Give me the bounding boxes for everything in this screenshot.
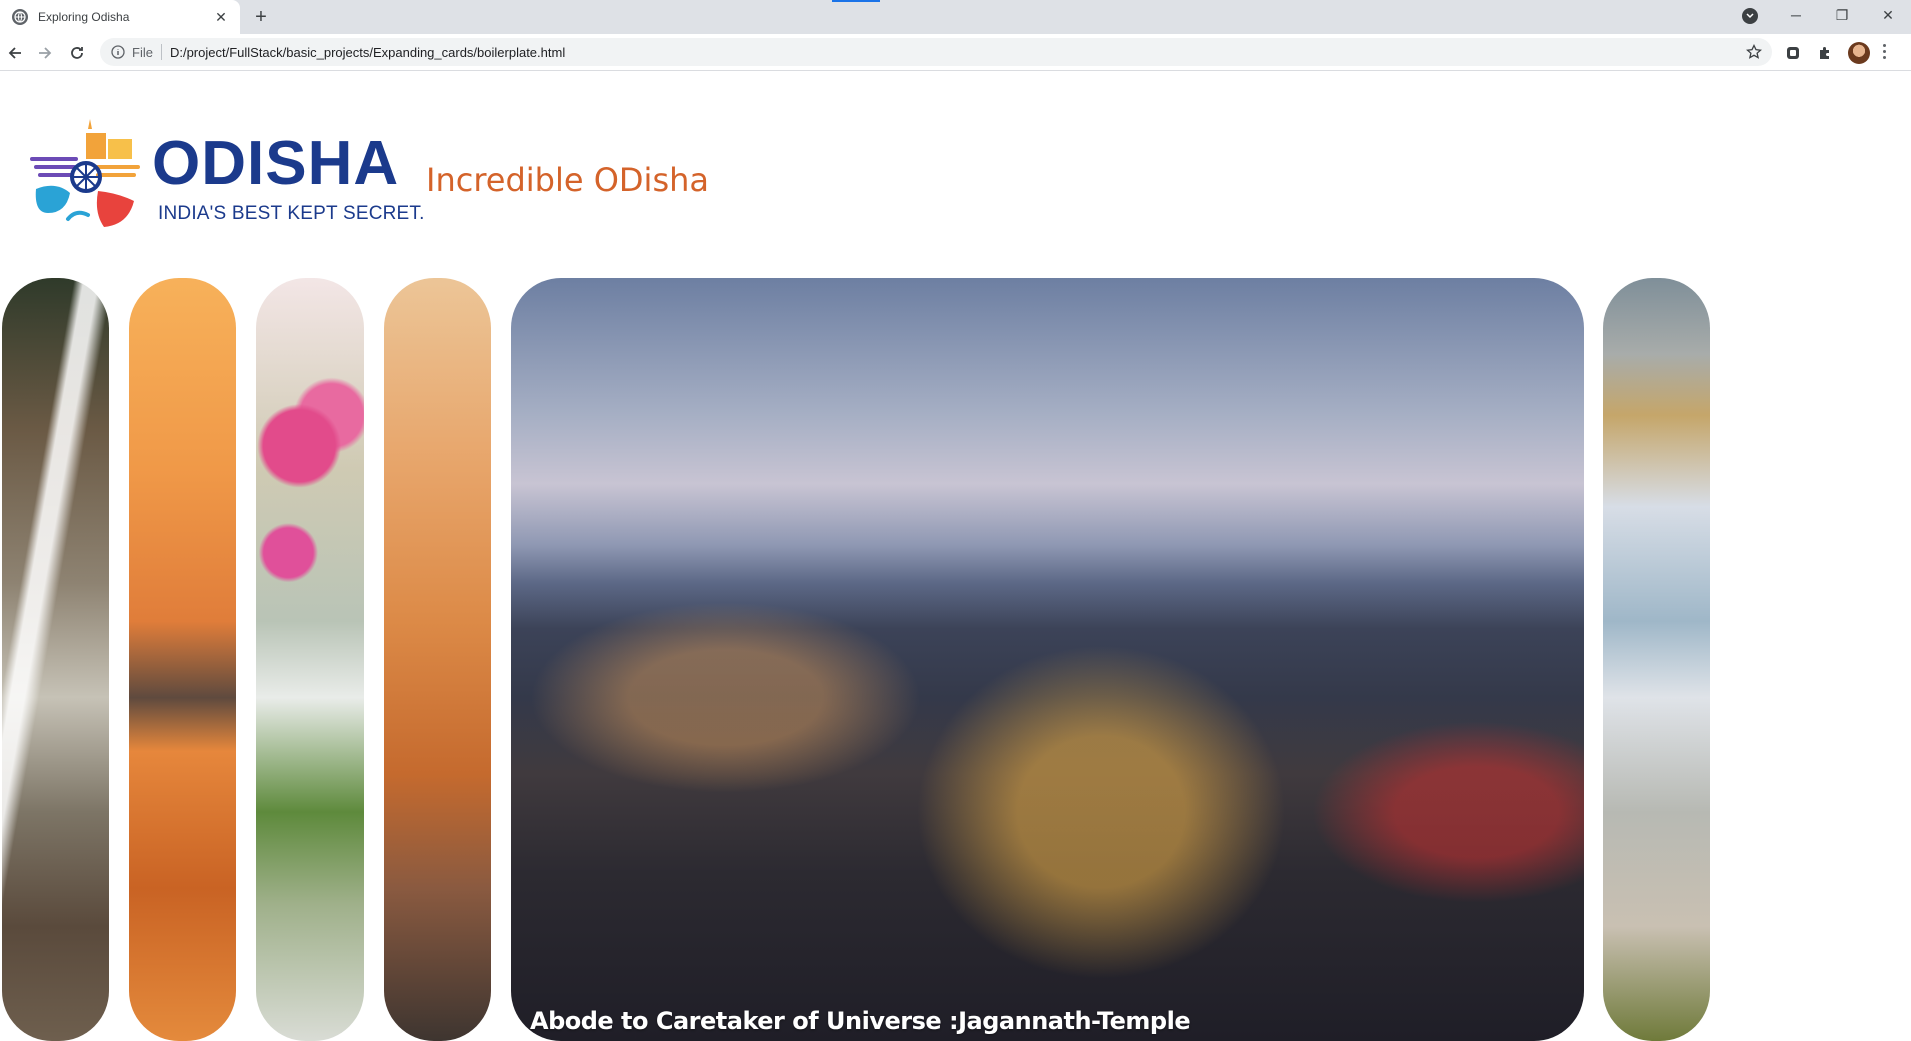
browser-tab[interactable]: Exploring Odisha ✕ — [0, 0, 240, 34]
url-text[interactable]: D:/project/FullStack/basic_projects/Expa… — [170, 45, 565, 60]
tab-search-icon[interactable] — [1742, 8, 1758, 24]
info-icon[interactable] — [110, 44, 126, 60]
panel-jagannath-temple-active[interactable]: Abode to Caretaker of Universe :Jagannat… — [511, 278, 1584, 1041]
browser-toolbar: File D:/project/FullStack/basic_projects… — [0, 34, 1911, 71]
panel-caption: Abode to Caretaker of Universe :Jagannat… — [530, 1007, 1191, 1035]
new-tab-button[interactable]: + — [250, 6, 272, 28]
page-title: Incredible ODisha — [426, 161, 709, 199]
divider — [160, 44, 162, 60]
extension-icon[interactable] — [1784, 44, 1802, 62]
page-content: ODISHA INDIA'S BEST KEPT SECRET. Incredi… — [0, 71, 1911, 1041]
loading-indicator — [832, 0, 880, 2]
browser-tab-strip: Exploring Odisha ✕ + ─ ❐ ✕ — [0, 0, 1911, 34]
restore-icon[interactable]: ❐ — [1819, 0, 1865, 30]
avatar[interactable] — [1848, 42, 1870, 64]
logo-tagline: INDIA'S BEST KEPT SECRET. — [158, 203, 425, 224]
panel-lotus-lake[interactable] — [256, 278, 364, 1041]
back-arrow-icon[interactable] — [4, 42, 26, 64]
puzzle-icon[interactable] — [1816, 44, 1834, 62]
odisha-emblem-icon — [30, 119, 140, 227]
close-window-icon[interactable]: ✕ — [1865, 0, 1911, 30]
globe-icon — [12, 9, 28, 25]
menu-icon[interactable] — [1882, 44, 1888, 62]
scheme-label: File — [132, 44, 153, 60]
reload-icon[interactable] — [66, 42, 88, 64]
star-icon[interactable] — [1745, 43, 1763, 60]
close-icon[interactable]: ✕ — [212, 8, 230, 26]
forward-arrow-icon[interactable] — [34, 42, 56, 64]
minimize-icon[interactable]: ─ — [1773, 0, 1819, 30]
panel-beach[interactable] — [384, 278, 491, 1041]
odisha-logo: ODISHA INDIA'S BEST KEPT SECRET. — [28, 119, 424, 237]
panel-waterfall[interactable] — [2, 278, 109, 1041]
logo-wordmark: ODISHA — [152, 129, 400, 198]
tab-title: Exploring Odisha — [38, 10, 130, 24]
panel-monastery[interactable] — [1603, 278, 1710, 1041]
address-bar[interactable]: File D:/project/FullStack/basic_projects… — [100, 38, 1772, 66]
panel-sunset[interactable] — [129, 278, 236, 1041]
